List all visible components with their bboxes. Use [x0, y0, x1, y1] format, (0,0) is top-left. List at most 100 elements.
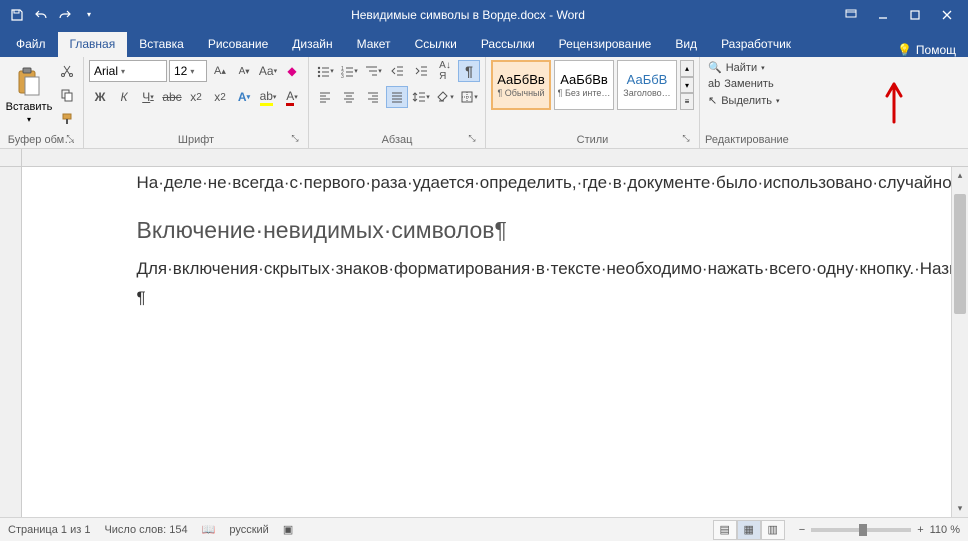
status-words[interactable]: Число слов: 154 — [104, 524, 187, 536]
clear-formatting-button[interactable]: ◆ — [281, 60, 303, 82]
tab-references[interactable]: Ссылки — [403, 32, 469, 57]
status-page[interactable]: Страница 1 из 1 — [8, 524, 90, 536]
cut-button[interactable] — [56, 60, 78, 82]
ruler-horizontal[interactable] — [22, 149, 968, 167]
tab-review[interactable]: Рецензирование — [547, 32, 664, 57]
styles-more-icon[interactable]: ≡ — [680, 93, 694, 110]
shading-button[interactable]: ▾ — [434, 86, 456, 108]
status-language[interactable]: русский — [229, 524, 268, 536]
zoom-out-button[interactable]: − — [799, 524, 805, 536]
eraser-icon: ◆ — [287, 64, 296, 78]
paragraph-empty[interactable]: ¶ — [137, 286, 837, 311]
style-heading1[interactable]: АаБбВЗаголово… — [617, 60, 677, 110]
close-icon[interactable] — [932, 4, 962, 26]
font-launcher-icon[interactable]: ⤡ — [289, 133, 301, 145]
align-right-button[interactable] — [362, 86, 384, 108]
scroll-up-icon[interactable]: ▴ — [952, 167, 968, 184]
justify-button[interactable] — [386, 86, 408, 108]
status-proofing-icon[interactable]: 📖 — [202, 523, 216, 536]
highlight-button[interactable]: ab▾ — [257, 86, 279, 108]
subscript-button[interactable]: x2 — [185, 86, 207, 108]
scroll-track[interactable] — [952, 184, 968, 500]
window-controls — [836, 4, 962, 26]
qat-customize-icon[interactable]: ▾ — [78, 4, 100, 26]
tab-insert[interactable]: Вставка — [127, 32, 196, 57]
select-button[interactable]: ↖Выделить▾ — [705, 93, 782, 108]
bullets-button[interactable]: ▾ — [314, 60, 336, 82]
style-normal[interactable]: АаБбВв¶ Обычный — [491, 60, 551, 110]
save-icon[interactable] — [6, 4, 28, 26]
decrease-font-button[interactable]: A▾ — [233, 60, 255, 82]
line-spacing-button[interactable]: ▾ — [410, 86, 432, 108]
zoom-slider[interactable] — [811, 528, 911, 532]
zoom-value[interactable]: 110 % — [930, 524, 960, 536]
status-macro-icon[interactable]: ▣ — [283, 523, 293, 536]
svg-text:3: 3 — [341, 74, 344, 78]
styles-launcher-icon[interactable]: ⤡ — [680, 133, 692, 145]
scroll-down-icon[interactable]: ▾ — [952, 500, 968, 517]
multilevel-button[interactable]: ▾ — [362, 60, 384, 82]
zoom-in-button[interactable]: + — [917, 524, 923, 536]
zoom-slider-thumb[interactable] — [859, 524, 867, 536]
group-paragraph-label: Абзац — [382, 134, 413, 146]
ruler-vertical[interactable] — [0, 167, 22, 517]
view-print-button[interactable]: ▦ — [737, 520, 761, 540]
view-read-button[interactable]: ▤ — [713, 520, 737, 540]
tab-design[interactable]: Дизайн — [280, 32, 344, 57]
decrease-indent-button[interactable] — [386, 60, 408, 82]
style-no-spacing[interactable]: АаБбВв¶ Без инте… — [554, 60, 614, 110]
numbering-button[interactable]: 123▾ — [338, 60, 360, 82]
group-font-label: Шрифт — [178, 134, 214, 146]
minimize-icon[interactable] — [868, 4, 898, 26]
view-web-button[interactable]: ▥ — [761, 520, 785, 540]
text-effects-button[interactable]: A▾ — [233, 86, 255, 108]
undo-icon[interactable] — [30, 4, 52, 26]
increase-indent-button[interactable] — [410, 60, 432, 82]
font-size-combo[interactable]: 12▾ — [169, 60, 207, 82]
increase-font-button[interactable]: A▴ — [209, 60, 231, 82]
paste-button[interactable]: Вставить ▾ — [5, 60, 53, 130]
paragraph-body[interactable]: На·деле·не·всегда·с·первого·раза·удается… — [137, 171, 837, 196]
align-center-button[interactable] — [338, 86, 360, 108]
bold-button[interactable]: Ж — [89, 86, 111, 108]
find-button[interactable]: 🔍Найти▾ — [705, 60, 768, 75]
borders-button[interactable]: ▾ — [458, 86, 480, 108]
tell-me[interactable]: 💡 Помощ — [889, 43, 964, 57]
strikethrough-button[interactable]: abc — [161, 86, 183, 108]
replace-icon: ab — [708, 78, 720, 90]
page[interactable]: На·деле·не·всегда·с·первого·раза·удается… — [127, 167, 847, 334]
tab-mailings[interactable]: Рассылки — [469, 32, 547, 57]
italic-button[interactable]: К — [113, 86, 135, 108]
tab-draw[interactable]: Рисование — [196, 32, 280, 57]
replace-button[interactable]: abЗаменить — [705, 77, 777, 91]
maximize-icon[interactable] — [900, 4, 930, 26]
clipboard-launcher-icon[interactable]: ⤡ — [64, 133, 76, 145]
styles-down-icon[interactable]: ▾ — [680, 77, 694, 94]
lightbulb-icon: 💡 — [897, 43, 912, 57]
tab-layout[interactable]: Макет — [345, 32, 403, 57]
underline-button[interactable]: Ч▾ — [137, 86, 159, 108]
copy-button[interactable] — [56, 84, 78, 106]
ribbon-options-icon[interactable] — [836, 4, 866, 26]
align-left-button[interactable] — [314, 86, 336, 108]
paragraph-launcher-icon[interactable]: ⤡ — [466, 133, 478, 145]
line-spacing-icon — [412, 90, 426, 104]
sort-button[interactable]: А↓Я — [434, 60, 456, 82]
font-family-combo[interactable]: Arial▾ — [89, 60, 167, 82]
tab-developer[interactable]: Разработчик — [709, 32, 803, 57]
styles-up-icon[interactable]: ▴ — [680, 60, 694, 77]
tab-view[interactable]: Вид — [663, 32, 709, 57]
scrollbar-vertical: ▴ ▾ — [951, 167, 968, 517]
show-hide-marks-button[interactable]: ¶ — [458, 60, 480, 82]
format-painter-button[interactable] — [56, 108, 78, 130]
paragraph-body[interactable]: Для·включения·скрытых·знаков·форматирова… — [137, 257, 837, 282]
superscript-button[interactable]: x2 — [209, 86, 231, 108]
heading-2[interactable]: Включение·невидимых·символов¶ — [137, 214, 837, 247]
scroll-thumb[interactable] — [954, 194, 966, 314]
tab-home[interactable]: Главная — [58, 32, 128, 57]
page-scroll[interactable]: На·деле·не·всегда·с·первого·раза·удается… — [22, 167, 951, 517]
tab-file[interactable]: Файл — [4, 32, 58, 57]
redo-icon[interactable] — [54, 4, 76, 26]
change-case-button[interactable]: Aa▾ — [257, 60, 279, 82]
font-color-button[interactable]: A▾ — [281, 86, 303, 108]
